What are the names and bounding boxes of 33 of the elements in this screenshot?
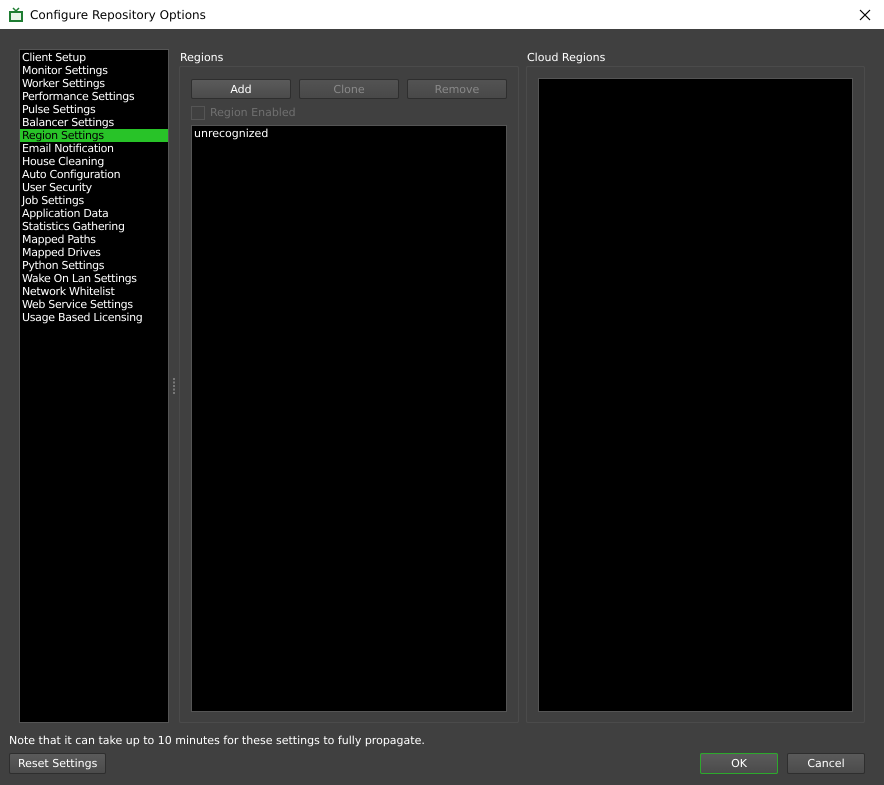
sidebar-item[interactable]: Job Settings bbox=[20, 194, 168, 207]
sidebar-item[interactable]: Region Settings bbox=[20, 129, 168, 142]
toolbar-button[interactable]: Add bbox=[191, 79, 291, 99]
sidebar-item[interactable]: Performance Settings bbox=[20, 90, 168, 103]
sidebar-item[interactable]: Wake On Lan Settings bbox=[20, 272, 168, 285]
sidebar-item[interactable]: Usage Based Licensing bbox=[20, 311, 168, 324]
sidebar-item[interactable]: Monitor Settings bbox=[20, 64, 168, 77]
sidebar-item[interactable]: User Security bbox=[20, 181, 168, 194]
close-icon[interactable] bbox=[859, 8, 871, 20]
sidebar-item[interactable]: Email Notification bbox=[20, 142, 168, 155]
sidebar-item[interactable]: Mapped Drives bbox=[20, 246, 168, 259]
tv-icon bbox=[8, 6, 24, 22]
group-title: Regions bbox=[179, 50, 224, 66]
sidebar-item[interactable]: Auto Configuration bbox=[20, 168, 168, 181]
sidebar-item[interactable]: Network Whitelist bbox=[20, 285, 168, 298]
sidebar-item[interactable]: Statistics Gathering bbox=[20, 220, 168, 233]
note-text: Note that it can take up to 10 minutes for these settings to fully propagate. bbox=[9, 733, 426, 747]
list-item[interactable]: unrecognized bbox=[192, 126, 506, 141]
cancel-button[interactable]: Cancel bbox=[787, 753, 865, 774]
sidebar-item[interactable]: Web Service Settings bbox=[20, 298, 168, 311]
sidebar-item[interactable]: Worker Settings bbox=[20, 77, 168, 90]
window-title: Configure Repository Options bbox=[30, 8, 207, 22]
sidebar-item[interactable]: House Cleaning bbox=[20, 155, 168, 168]
group-title: Cloud Regions bbox=[526, 50, 606, 66]
sidebar-item[interactable]: Pulse Settings bbox=[20, 103, 168, 116]
sidebar-item[interactable]: Client Setup bbox=[20, 51, 168, 64]
sidebar-item[interactable]: Mapped Paths bbox=[20, 233, 168, 246]
splitter-handle-icon[interactable] bbox=[173, 378, 175, 394]
reset-settings-button[interactable]: Reset Settings bbox=[9, 753, 106, 774]
ok-button[interactable]: OK bbox=[700, 753, 778, 774]
sidebar-item[interactable]: Application Data bbox=[20, 207, 168, 220]
sidebar-item[interactable]: Python Settings bbox=[20, 259, 168, 272]
sidebar-item[interactable]: Balancer Settings bbox=[20, 116, 168, 129]
